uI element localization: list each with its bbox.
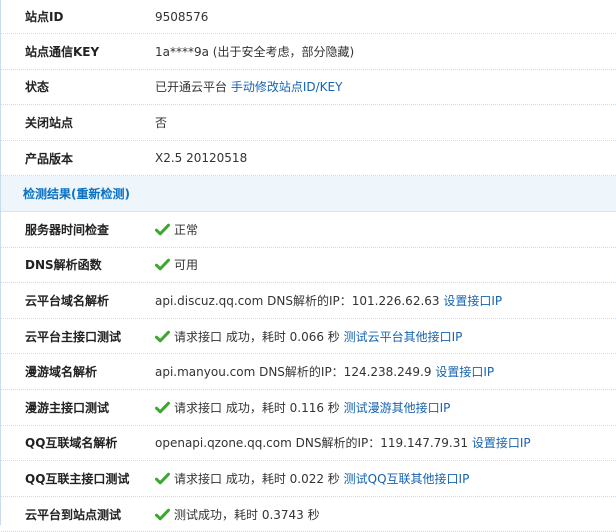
check-label: 漫游域名解析 bbox=[25, 365, 98, 380]
check-action-link[interactable]: 测试QQ互联其他接口IP bbox=[344, 472, 470, 486]
check-value: 请求接口 成功，耗时 0.066 秒 测试云平台其他接口IP bbox=[131, 328, 462, 345]
check-icon bbox=[155, 223, 170, 236]
check-row: QQ互联主接口测试 请求接口 成功，耗时 0.022 秒 测试QQ互联其他接口IP bbox=[1, 461, 616, 497]
recheck-link[interactable]: 重新检测 bbox=[77, 187, 125, 201]
check-value: 可用 bbox=[131, 256, 198, 273]
check-label: 云平台主接口测试 bbox=[25, 329, 122, 344]
section-title-end: ) bbox=[124, 187, 130, 202]
check-action-link[interactable]: 设置接口IP bbox=[472, 436, 531, 450]
row-value: 已开通云平台 手动修改站点ID/KEY bbox=[131, 78, 342, 95]
check-icon bbox=[155, 258, 170, 271]
check-text: 请求接口 成功，耗时 0.022 秒 bbox=[174, 471, 340, 486]
row-label: 站点通信KEY bbox=[25, 44, 100, 59]
check-action-link[interactable]: 设置接口IP bbox=[435, 365, 494, 379]
check-action-link[interactable]: 测试云平台其他接口IP bbox=[344, 330, 463, 344]
section-title: 检测结果(重新检测) bbox=[1, 185, 130, 202]
check-value: openapi.qzone.qq.com DNS解析的IP：119.147.79… bbox=[131, 434, 531, 451]
row-value: 9508576 bbox=[155, 9, 209, 24]
section-check-results: 检测结果(重新检测) bbox=[1, 176, 616, 212]
check-icon bbox=[155, 401, 170, 414]
check-text: 测试成功，耗时 0.3743 秒 bbox=[174, 507, 320, 522]
edit-site-id-key-link[interactable]: 手动修改站点ID/KEY bbox=[231, 80, 343, 94]
check-text: 正常 bbox=[174, 222, 199, 237]
check-row: 云平台到站点测试 测试成功，耗时 0.3743 秒 bbox=[1, 497, 616, 532]
check-text: api.discuz.qq.com DNS解析的IP：101.226.62.63 bbox=[155, 293, 440, 308]
check-text: api.manyou.com DNS解析的IP：124.238.249.9 bbox=[155, 365, 432, 380]
check-value: 正常 bbox=[131, 221, 198, 238]
row-label: 状态 bbox=[25, 80, 50, 95]
check-label: DNS解析函数 bbox=[25, 258, 102, 273]
check-row: DNS解析函数 可用 bbox=[1, 248, 616, 284]
check-label: 服务器时间检查 bbox=[25, 222, 110, 237]
check-icon bbox=[155, 508, 170, 521]
row-site-closed: 关闭站点 否 bbox=[1, 105, 616, 141]
check-results-list: 服务器时间检查 正常 DNS解析函数 可用云平台域名解析 api.discuz.qq.c… bbox=[1, 212, 616, 532]
row-status: 状态 已开通云平台 手动修改站点ID/KEY bbox=[1, 70, 616, 106]
cloud-platform-diagnostics: 站点ID 9508576 站点通信KEY 1a****9a (出于安全考虑，部分… bbox=[0, 0, 616, 532]
check-value: 请求接口 成功，耗时 0.022 秒 测试QQ互联其他接口IP bbox=[131, 470, 469, 487]
check-icon bbox=[155, 472, 170, 485]
check-text: 请求接口 成功，耗时 0.066 秒 bbox=[174, 329, 340, 344]
section-title-text: 检测结果( bbox=[23, 187, 77, 202]
row-value: X2.5 20120518 bbox=[155, 151, 248, 166]
check-value: api.discuz.qq.com DNS解析的IP：101.226.62.63… bbox=[131, 292, 502, 309]
row-label: 站点ID bbox=[25, 10, 64, 24]
check-icon bbox=[155, 330, 170, 343]
check-label: QQ互联域名解析 bbox=[25, 436, 118, 451]
status-text: 已开通云平台 bbox=[155, 80, 228, 95]
check-label: 云平台域名解析 bbox=[25, 293, 110, 308]
row-label: 产品版本 bbox=[25, 151, 74, 166]
check-text: openapi.qzone.qq.com DNS解析的IP：119.147.79… bbox=[155, 436, 469, 451]
check-label: QQ互联主接口测试 bbox=[25, 471, 130, 486]
check-row: 云平台域名解析 api.discuz.qq.com DNS解析的IP：101.22… bbox=[1, 283, 616, 319]
row-product-version: 产品版本 X2.5 20120518 bbox=[1, 141, 616, 177]
check-label: 漫游主接口测试 bbox=[25, 400, 110, 415]
row-label: 关闭站点 bbox=[25, 115, 74, 130]
check-text: 请求接口 成功，耗时 0.116 秒 bbox=[174, 400, 340, 415]
row-value: 否 bbox=[155, 115, 168, 130]
row-value: 1a****9a (出于安全考虑，部分隐藏) bbox=[155, 44, 355, 59]
check-row: QQ互联域名解析 openapi.qzone.qq.com DNS解析的IP：11… bbox=[1, 426, 616, 462]
check-label: 云平台到站点测试 bbox=[25, 507, 122, 522]
row-site-id: 站点ID 9508576 bbox=[1, 0, 616, 34]
check-value: 请求接口 成功，耗时 0.116 秒 测试漫游其他接口IP bbox=[131, 399, 450, 416]
check-action-link[interactable]: 测试漫游其他接口IP bbox=[344, 401, 451, 415]
check-row: 服务器时间检查 正常 bbox=[1, 212, 616, 248]
check-action-link[interactable]: 设置接口IP bbox=[443, 294, 502, 308]
check-value: 测试成功，耗时 0.3743 秒 bbox=[131, 506, 320, 523]
row-site-key: 站点通信KEY 1a****9a (出于安全考虑，部分隐藏) bbox=[1, 34, 616, 70]
check-value: api.manyou.com DNS解析的IP：124.238.249.9 设置… bbox=[131, 363, 494, 380]
check-row: 漫游域名解析 api.manyou.com DNS解析的IP：124.238.24… bbox=[1, 354, 616, 390]
check-row: 漫游主接口测试 请求接口 成功，耗时 0.116 秒 测试漫游其他接口IP bbox=[1, 390, 616, 426]
check-row: 云平台主接口测试 请求接口 成功，耗时 0.066 秒 测试云平台其他接口IP bbox=[1, 319, 616, 355]
check-text: 可用 bbox=[174, 258, 199, 273]
